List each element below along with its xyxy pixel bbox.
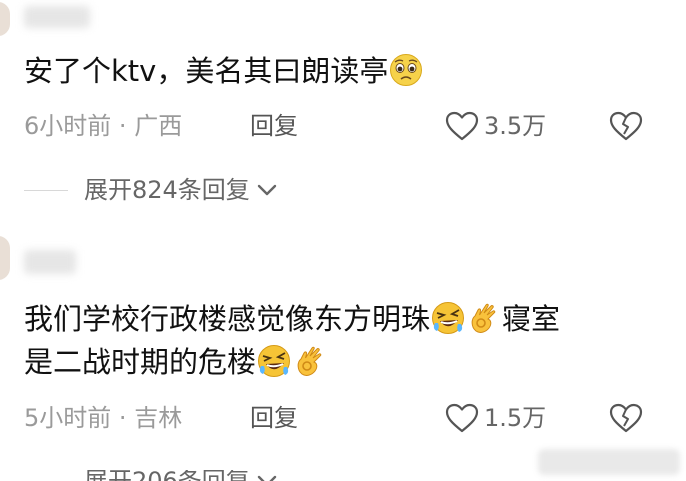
username-blurred[interactable] — [24, 250, 76, 274]
comment-text-part: 是二战时期的危楼 — [24, 345, 257, 379]
broken-heart-icon — [609, 403, 643, 433]
avatar[interactable] — [0, 236, 10, 280]
chevron-down-icon — [257, 184, 277, 196]
dislike-button[interactable] — [608, 110, 644, 152]
like-count: 3.5万 — [484, 112, 547, 140]
comment-text-line1: 我们学校行政楼感觉像东方明珠 寝室 — [24, 298, 560, 341]
chevron-down-icon — [257, 475, 277, 481]
rolling-laughing-face-emoji-icon — [258, 345, 291, 377]
broken-heart-icon — [609, 111, 643, 141]
rolling-laughing-face-emoji-icon — [432, 302, 465, 334]
ok-hand-emoji-icon — [297, 346, 322, 376]
heart-icon — [445, 111, 479, 141]
avatar[interactable] — [0, 2, 10, 36]
heart-icon — [445, 403, 479, 433]
meta-separator: · — [118, 404, 127, 432]
comment-time: 6小时前 — [24, 112, 112, 140]
comment-text-part: 寝室 — [502, 302, 561, 336]
comment-text: 我们学校行政楼感觉像东方明珠 寝室 是二战时期的危楼 — [24, 298, 560, 384]
comment-meta: 6小时前 · 广西 回复 3.5万 — [24, 108, 664, 144]
comment-text-main: 安了个ktv，美名其曰朗读亭 — [24, 54, 389, 88]
comment-location: 广西 — [134, 112, 183, 140]
comment-location: 吉林 — [134, 404, 183, 432]
dislike-button[interactable] — [608, 402, 644, 444]
username-blurred[interactable] — [24, 6, 90, 28]
expand-replies-label: 展开824条回复 — [84, 176, 250, 204]
ok-hand-emoji-icon — [471, 303, 496, 333]
like-button[interactable]: 1.5万 — [444, 400, 546, 436]
comment-text: 安了个ktv，美名其曰朗读亭 — [24, 50, 424, 93]
comment-time: 5小时前 — [24, 404, 112, 432]
expand-replies-button[interactable]: 展开206条回复 — [24, 470, 278, 481]
comment-meta: 5小时前 · 吉林 回复 1.5万 — [24, 400, 664, 436]
divider-line — [24, 189, 68, 191]
like-count: 1.5万 — [484, 404, 547, 432]
reply-button[interactable]: 回复 — [250, 108, 298, 144]
watermark-blurred — [538, 449, 680, 475]
comment-text-part: 我们学校行政楼感觉像东方明珠 — [24, 302, 431, 336]
like-button[interactable]: 3.5万 — [444, 108, 546, 144]
pleading-face-emoji-icon — [390, 54, 423, 86]
comment-text-line2: 是二战时期的危楼 — [24, 341, 560, 384]
expand-replies-label: 展开206条回复 — [84, 470, 250, 481]
expand-replies-button[interactable]: 展开824条回复 — [24, 172, 278, 208]
reply-button[interactable]: 回复 — [250, 400, 298, 436]
meta-separator: · — [118, 112, 127, 140]
